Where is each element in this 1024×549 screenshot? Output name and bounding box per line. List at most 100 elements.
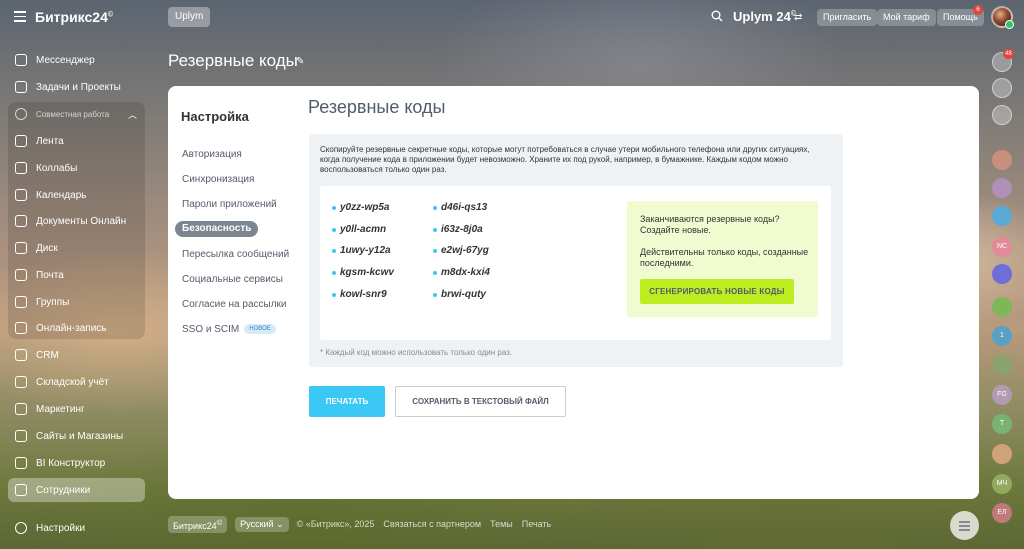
contact-avatar[interactable] — [992, 297, 1012, 317]
save-text-file-button[interactable]: СОХРАНИТЬ В ТЕКСТОВЫЙ ФАЙЛ — [395, 386, 566, 417]
booking-icon — [15, 322, 27, 334]
swap-icon[interactable]: ⇄ — [794, 12, 802, 23]
sidebar-item-inventory[interactable]: Складской учёт — [8, 370, 145, 394]
collabs-icon — [15, 162, 27, 174]
codes-footnote: * Каждый код можно использовать только о… — [320, 348, 513, 357]
backup-code: i63z-8j0a — [433, 224, 483, 235]
contact-avatar[interactable] — [992, 178, 1012, 198]
messenger-icon — [15, 54, 27, 66]
sidebar-item-collabs[interactable]: Коллабы — [8, 156, 145, 180]
partner-link[interactable]: Связаться с партнером — [383, 519, 481, 529]
contact-avatar[interactable]: 1 — [992, 326, 1012, 346]
sidebar-group-title[interactable]: Совместная работа ︿ — [8, 102, 145, 126]
sidebar-item-marketing[interactable]: Маркетинг — [8, 397, 145, 421]
footer-copyright: © «Битрикс», 2025 — [296, 519, 375, 529]
menu-item-security[interactable]: Безопасность — [175, 221, 259, 237]
sidebar-item-booking[interactable]: Онлайн-запись — [8, 316, 145, 340]
collaboration-icon — [15, 108, 27, 120]
marketing-icon — [15, 403, 27, 415]
workspace-button[interactable]: Uplym — [168, 7, 211, 27]
chat-fab-button[interactable] — [950, 511, 979, 540]
menu-item-consent[interactable]: Согласие на рассылки — [182, 299, 287, 310]
notifications-badge: 48 — [1003, 49, 1014, 59]
menu-item-forwarding[interactable]: Пересылка сообщений — [182, 249, 289, 260]
pin-icon[interactable]: ✎ — [296, 56, 304, 67]
sidebar-item-bi[interactable]: BI Конструктор — [8, 451, 145, 475]
codes-description: Скопируйте резервные секретные коды, кот… — [320, 145, 810, 174]
sidebar-item-tasks[interactable]: Задачи и Проекты — [8, 75, 145, 99]
gear-icon — [15, 522, 27, 534]
backup-code: brwi-quty — [433, 289, 486, 300]
contact-avatar[interactable]: T — [992, 414, 1012, 434]
sidebar-item-sites[interactable]: Сайты и Магазины — [8, 424, 145, 448]
documents-icon — [15, 215, 27, 227]
contact-avatar[interactable] — [992, 150, 1012, 170]
chat-icon[interactable] — [992, 206, 1012, 226]
top-bar: Битрикс24© Uplym Uplym 24© ⇄ Пригласить … — [0, 0, 1024, 36]
settings-menu-title: Настройка — [181, 109, 249, 124]
menu-item-social[interactable]: Социальные сервисы — [182, 274, 283, 285]
menu-item-sso[interactable]: SSO и SCIM НОВОЕ — [182, 324, 276, 335]
portal-name[interactable]: Uplym 24© — [733, 9, 796, 24]
group-avatar[interactable] — [992, 355, 1012, 375]
sidebar-item-feed[interactable]: Лента — [8, 129, 145, 153]
sidebar-item-disk[interactable]: Диск — [8, 236, 145, 260]
contact-avatar[interactable]: NC — [992, 237, 1012, 257]
footer-brand[interactable]: Битрикс24© — [168, 515, 228, 533]
user-avatar[interactable] — [991, 6, 1014, 29]
generate-text-2: Действительны только коды, созданные пос… — [640, 247, 809, 268]
sidebar-item-employees[interactable]: Сотрудники — [8, 478, 145, 502]
sidebar-item-crm[interactable]: CRM — [8, 343, 145, 367]
search-chat-icon[interactable] — [992, 105, 1012, 125]
invite-button[interactable]: Пригласить — [817, 9, 878, 26]
sites-icon — [15, 430, 27, 442]
print-button[interactable]: ПЕЧАТАТЬ — [309, 386, 385, 417]
tariff-button[interactable]: Мой тариф — [877, 9, 936, 26]
language-select[interactable]: Русский ⌄ — [235, 516, 289, 532]
new-badge: НОВОЕ — [244, 324, 276, 335]
print-link[interactable]: Печать — [522, 519, 551, 529]
footer: Битрикс24© Русский ⌄ © «Битрикс», 2025 С… — [168, 515, 560, 533]
menu-item-sync[interactable]: Синхронизация — [182, 174, 254, 185]
inventory-icon — [15, 376, 27, 388]
calendar-icon — [15, 189, 27, 201]
target-icon[interactable] — [992, 78, 1012, 98]
sidebar-item-calendar[interactable]: Календарь — [8, 183, 145, 207]
contact-avatar[interactable]: FG — [992, 385, 1012, 405]
disk-icon — [15, 242, 27, 254]
employees-icon — [15, 484, 27, 496]
contact-avatar[interactable]: ЕЛ — [992, 503, 1012, 523]
backup-code: kgsm-kcwv — [332, 267, 394, 278]
backup-code: y0ll-acmn — [331, 224, 387, 235]
crm-icon — [15, 349, 27, 361]
backup-code: kowl-snr9 — [332, 289, 387, 300]
menu-item-app-passwords[interactable]: Пароли приложений — [182, 199, 277, 210]
logo[interactable]: Битрикс24© — [35, 9, 113, 25]
menu-icon[interactable] — [14, 11, 26, 22]
contact-avatar[interactable] — [992, 444, 1012, 464]
backup-code: e2wj-67yg — [433, 245, 489, 256]
groups-icon — [15, 296, 27, 308]
backup-code: 1uwy-y12a — [332, 245, 391, 256]
sidebar-item-messenger[interactable]: Мессенджер — [8, 48, 145, 72]
backup-code: d46i-qs13 — [432, 202, 488, 213]
generate-text-1: Заканчиваются резервные коды? Создайте н… — [640, 214, 780, 235]
help-badge: 6 — [973, 5, 983, 15]
sidebar-item-documents[interactable]: Документы Онлайн — [8, 209, 145, 233]
search-icon[interactable] — [711, 10, 723, 22]
page-title: Резервные коды — [168, 51, 298, 70]
tasks-icon — [15, 81, 27, 93]
sidebar-item-groups[interactable]: Группы — [8, 290, 145, 314]
sidebar-item-settings[interactable]: Настройки — [8, 516, 145, 540]
feed-icon — [15, 135, 27, 147]
contact-avatar[interactable]: МЧ — [992, 474, 1012, 494]
generate-codes-button[interactable]: СГЕНЕРИРОВАТЬ НОВЫЕ КОДЫ — [640, 279, 794, 304]
backup-code: y0zz-wp5a — [331, 202, 390, 213]
chevron-up-icon: ︿ — [127, 110, 137, 120]
menu-item-auth[interactable]: Авторизация — [182, 149, 242, 160]
content-title: Резервные коды — [308, 97, 446, 117]
themes-link[interactable]: Темы — [490, 519, 513, 529]
sidebar-item-mail[interactable]: Почта — [8, 263, 145, 287]
bookmark-icon[interactable] — [992, 264, 1012, 284]
bi-icon — [15, 457, 27, 469]
